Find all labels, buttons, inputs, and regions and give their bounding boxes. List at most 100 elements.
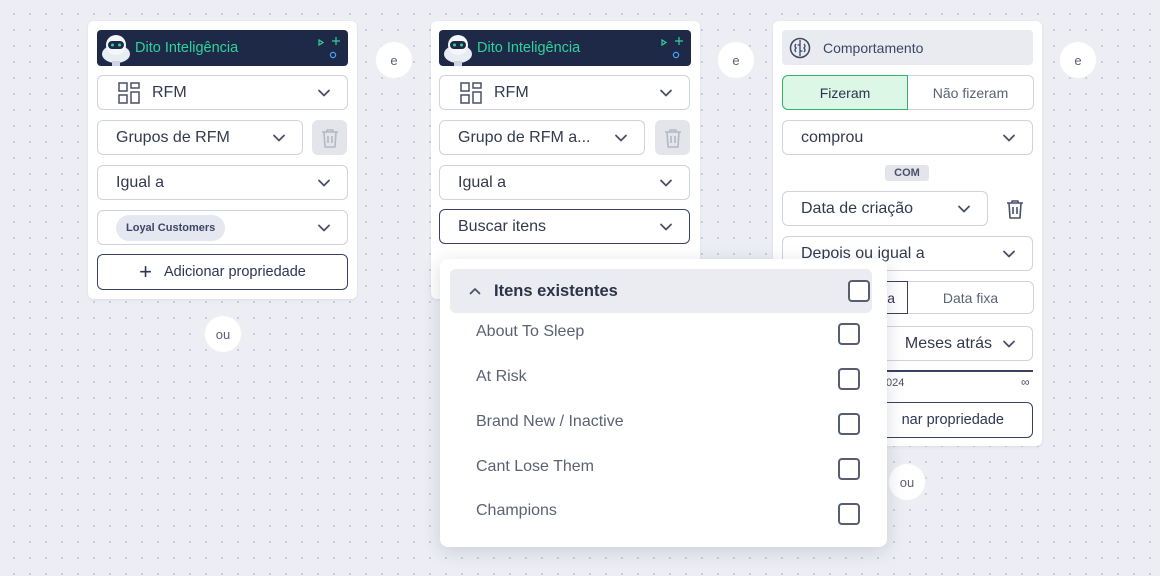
brain-icon	[789, 37, 811, 58]
robot-icon	[97, 30, 135, 66]
behavior-header: Comportamento	[782, 30, 1033, 65]
trash-icon	[319, 127, 341, 149]
add-property-button[interactable]: + Adicionar propriedade	[97, 254, 348, 290]
condition-card-2: Dito Inteligência RFM Grupo de RFM a... …	[431, 21, 700, 299]
range-end-label: ∞	[1021, 375, 1030, 389]
item-label: Champions	[476, 502, 557, 519]
dito-banner: Dito Inteligência	[97, 30, 348, 66]
and-connector-3[interactable]: e	[1060, 42, 1096, 78]
relative-unit-value: Meses atrás	[904, 334, 992, 352]
item-label: At Risk	[476, 368, 527, 385]
delete-button[interactable]	[655, 120, 690, 155]
fixed-date-option[interactable]: Data fixa	[908, 281, 1034, 314]
dropdown-header-label: Itens existentes	[494, 281, 618, 300]
relative-date-label: a	[887, 289, 895, 306]
behavior-title: Comportamento	[823, 39, 924, 56]
property-value: RFM	[494, 83, 529, 101]
operator-value: Igual a	[458, 173, 507, 191]
items-dropdown: Itens existentes About To Sleep At Risk …	[440, 259, 887, 547]
did-option-label: Fizeram	[819, 84, 871, 101]
item-checkbox[interactable]	[838, 503, 860, 525]
item-checkbox[interactable]	[838, 413, 860, 435]
item-checkbox[interactable]	[838, 323, 860, 345]
chevron-down-icon	[657, 174, 675, 192]
rfm-group-value: Grupos de RFM	[116, 128, 230, 146]
list-item[interactable]: At Risk	[440, 362, 887, 402]
or-connector-1[interactable]: ou	[205, 316, 241, 352]
robot-icon	[439, 30, 477, 66]
rfm-group-select[interactable]: Grupo de RFM a...	[439, 120, 645, 155]
property-select[interactable]: RFM	[439, 75, 690, 110]
add-property-label: Adicionar propriedade	[163, 264, 306, 280]
and-label: e	[1074, 52, 1082, 68]
list-item[interactable]: Brand New / Inactive	[440, 407, 887, 447]
plus-icon: +	[139, 259, 152, 284]
chevron-down-icon	[657, 218, 675, 236]
date-property-value: Data de criação	[801, 199, 914, 217]
banner-title: Dito Inteligência	[135, 40, 239, 56]
value-chip-wrap: Loyal Customers	[116, 214, 307, 241]
chevron-down-icon	[1000, 335, 1018, 353]
date-property-select[interactable]: Data de criação	[782, 191, 988, 226]
and-connector-2[interactable]: e	[718, 42, 754, 78]
chevron-down-icon	[270, 129, 288, 147]
and-connector-1[interactable]: e	[376, 42, 412, 78]
property-select[interactable]: RFM	[97, 75, 348, 110]
did-toggle: Fizeram Não fizeram	[782, 75, 1034, 110]
chevron-down-icon	[1000, 245, 1018, 263]
search-items-value: Buscar itens	[458, 217, 547, 235]
rfm-group-select[interactable]: Grupos de RFM	[97, 120, 303, 155]
item-label: Brand New / Inactive	[476, 413, 624, 430]
fixed-date-label: Data fixa	[942, 289, 999, 306]
search-items-select[interactable]: Buscar itens	[439, 209, 690, 244]
or-label: ou	[215, 326, 231, 342]
trash-icon	[662, 127, 684, 149]
grid-icon	[118, 82, 140, 104]
chevron-down-icon	[315, 174, 333, 192]
sparkle-icon	[659, 35, 685, 61]
operator-select[interactable]: Igual a	[439, 165, 690, 200]
chevron-down-icon	[315, 219, 333, 237]
item-label: Cant Lose Them	[476, 458, 594, 475]
and-label: e	[390, 52, 398, 68]
chevron-down-icon	[1000, 129, 1018, 147]
and-label: e	[732, 52, 740, 68]
range-start-label: 024	[886, 377, 905, 389]
or-connector-2[interactable]: ou	[889, 464, 925, 500]
property-value: RFM	[152, 83, 187, 101]
chevron-up-icon	[469, 288, 481, 295]
list-item[interactable]: Champions	[440, 497, 887, 537]
event-value: comprou	[801, 128, 864, 146]
operator-select[interactable]: Igual a	[97, 165, 348, 200]
delete-button[interactable]	[997, 191, 1032, 226]
list-item[interactable]: Cant Lose Them	[440, 452, 887, 492]
chevron-down-icon	[315, 84, 333, 102]
list-item[interactable]: About To Sleep	[440, 317, 887, 357]
sparkle-icon	[316, 35, 342, 61]
did-not-option[interactable]: Não fizeram	[908, 75, 1034, 110]
event-select[interactable]: comprou	[782, 120, 1033, 155]
dito-banner: Dito Inteligência	[439, 30, 691, 66]
delete-button[interactable]	[312, 120, 347, 155]
chevron-down-icon	[955, 200, 973, 218]
chevron-down-icon	[657, 84, 675, 102]
value-select[interactable]: Loyal Customers	[97, 210, 348, 245]
item-checkbox[interactable]	[838, 458, 860, 480]
rfm-group-value: Grupo de RFM a...	[458, 128, 591, 146]
add-property-label: nar propriedade	[901, 412, 1004, 428]
or-label: ou	[899, 474, 915, 490]
dropdown-header[interactable]: Itens existentes	[450, 269, 872, 313]
did-option[interactable]: Fizeram	[782, 75, 908, 110]
trash-icon	[1004, 198, 1026, 220]
operator-value: Igual a	[116, 173, 165, 191]
select-all-checkbox[interactable]	[848, 280, 870, 302]
banner-title: Dito Inteligência	[477, 40, 581, 56]
chevron-down-icon	[612, 129, 630, 147]
com-badge: COM	[885, 165, 929, 181]
value-chip[interactable]: Loyal Customers	[116, 214, 226, 241]
item-label: About To Sleep	[476, 323, 585, 340]
grid-icon	[460, 82, 482, 104]
item-checkbox[interactable]	[838, 368, 860, 390]
condition-card-1: Dito Inteligência RFM Grupos de RFM Igua…	[88, 21, 357, 299]
did-not-option-label: Não fizeram	[932, 84, 1009, 101]
